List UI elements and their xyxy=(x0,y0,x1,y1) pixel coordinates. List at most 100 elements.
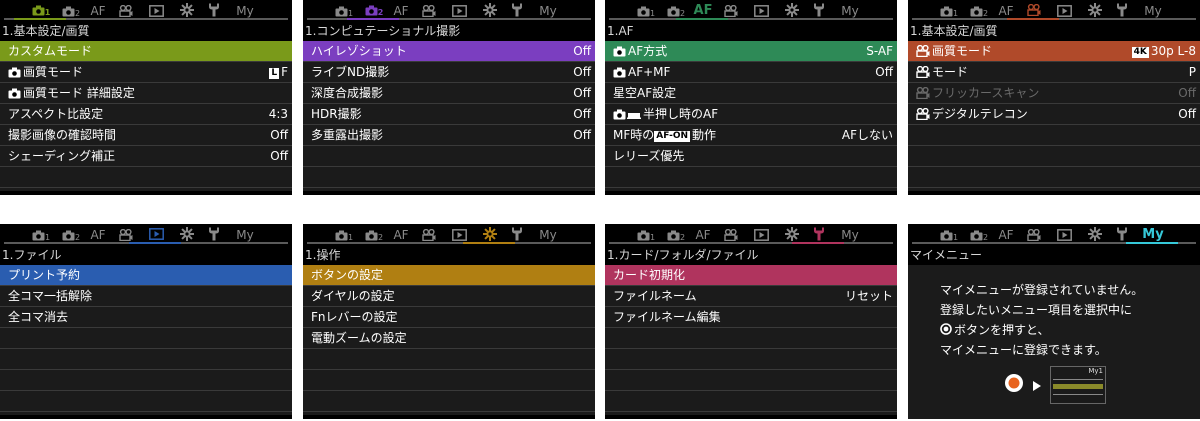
menu-item[interactable]: HDR撮影 Off xyxy=(303,104,595,125)
tab-camera2[interactable]: 2 xyxy=(363,3,385,19)
tab-my[interactable]: My xyxy=(839,3,861,19)
menu-item[interactable]: ダイヤルの設定 xyxy=(303,286,595,307)
tab-camera1[interactable]: 1 xyxy=(938,227,960,243)
tab-playback[interactable] xyxy=(1053,3,1075,19)
tab-camera2[interactable]: 2 xyxy=(968,3,990,19)
menu-item[interactable]: アスペクト比設定 4:3 xyxy=(0,104,292,125)
tab-gear[interactable] xyxy=(781,3,803,19)
tab-gear[interactable] xyxy=(1084,3,1106,19)
tab-af[interactable]: AF xyxy=(692,227,714,243)
tab-camera2[interactable]: 2 xyxy=(363,227,385,243)
menu-item[interactable]: 撮影画像の確認時間 Off xyxy=(0,125,292,146)
menu-item[interactable]: プリント予約 xyxy=(0,265,292,286)
tab-my[interactable]: My xyxy=(234,227,256,243)
tab-camera2[interactable]: 2 xyxy=(665,227,687,243)
menu-item[interactable]: ファイルネーム リセット xyxy=(605,286,897,307)
tab-video[interactable] xyxy=(720,3,742,19)
tab-camera1[interactable]: 1 xyxy=(635,227,657,243)
menu-item[interactable]: モード P xyxy=(908,62,1200,83)
menu-item[interactable]: 多重露出撮影 Off xyxy=(303,125,595,146)
tab-playback[interactable] xyxy=(145,227,167,243)
tab-playback[interactable] xyxy=(1053,227,1075,243)
tab-my[interactable]: My xyxy=(537,3,559,19)
tab-wrench[interactable] xyxy=(808,3,830,19)
tab-camera1[interactable]: 1 xyxy=(938,3,960,19)
tab-video[interactable] xyxy=(115,227,137,243)
tab-camera1[interactable]: 1 xyxy=(30,227,52,243)
tab-video[interactable] xyxy=(418,3,440,19)
tab-playback[interactable] xyxy=(750,3,772,19)
tab-playback[interactable] xyxy=(448,3,470,19)
menu-panel-custom: 1 2 AF My 1.操作 ボタンの設定 ダイヤルの設定 Fnレバーの設定 電動ズームの設定 xyxy=(303,224,595,419)
menu-item[interactable]: フリッカースキャン Off xyxy=(908,83,1200,104)
menu-item[interactable]: ハイレゾショット Off xyxy=(303,41,595,62)
menu-item[interactable]: 画質モード L F xyxy=(0,62,292,83)
tab-playback[interactable] xyxy=(145,3,167,19)
tab-camera2[interactable]: 2 xyxy=(60,3,82,19)
tab-video[interactable] xyxy=(418,227,440,243)
tab-gear[interactable] xyxy=(176,227,198,243)
tab-camera2[interactable]: 2 xyxy=(665,3,687,19)
tab-af[interactable]: AF xyxy=(87,3,109,19)
menu-item[interactable]: ボタンの設定 xyxy=(303,265,595,286)
menu-item[interactable]: 電動ズームの設定 xyxy=(303,328,595,349)
tab-af[interactable]: AF xyxy=(390,227,412,243)
menu-item[interactable]: Fnレバーの設定 xyxy=(303,307,595,328)
tab-video[interactable] xyxy=(1023,227,1045,243)
tab-af[interactable]: AF xyxy=(390,3,412,19)
tab-wrench[interactable] xyxy=(506,3,528,19)
arrow-right-icon xyxy=(1033,376,1041,395)
tab-playback[interactable] xyxy=(448,227,470,243)
menu-item[interactable]: デジタルテレコン Off xyxy=(908,104,1200,125)
tab-wrench[interactable] xyxy=(203,227,225,243)
tab-video[interactable] xyxy=(1023,3,1045,19)
tab-gear[interactable] xyxy=(176,3,198,19)
menu-item[interactable]: 星空AF設定 xyxy=(605,83,897,104)
menu-item[interactable]: ライブND撮影 Off xyxy=(303,62,595,83)
menu-item[interactable]: MF時の AF-ON 動作 AFしない xyxy=(605,125,897,146)
menu-item[interactable]: カード初期化 xyxy=(605,265,897,286)
menu-item[interactable]: レリーズ優先 xyxy=(605,146,897,167)
tab-my[interactable]: My xyxy=(1142,227,1164,243)
camera2-icon xyxy=(667,4,680,18)
tab-gear[interactable] xyxy=(479,227,501,243)
tab-af[interactable]: AF xyxy=(87,227,109,243)
tab-gear[interactable] xyxy=(479,3,501,19)
tab-wrench[interactable] xyxy=(1111,3,1133,19)
menu-item[interactable]: シェーディング補正 Off xyxy=(0,146,292,167)
tab-af[interactable]: AF xyxy=(995,227,1017,243)
menu-item[interactable]: カスタムモード xyxy=(0,41,292,62)
tab-gear[interactable] xyxy=(781,227,803,243)
tab-af[interactable]: AF xyxy=(995,3,1017,19)
tab-my[interactable]: My xyxy=(537,227,559,243)
tab-video[interactable] xyxy=(720,227,742,243)
tab-camera2[interactable]: 2 xyxy=(968,227,990,243)
menu-item[interactable]: AF方式 S-AF xyxy=(605,41,897,62)
tab-wrench[interactable] xyxy=(808,227,830,243)
menu-item[interactable]: 半押し時のAF xyxy=(605,104,897,125)
menu-item[interactable]: 画質モード 4K 30p L-8 xyxy=(908,41,1200,62)
menu-item-empty xyxy=(0,391,292,412)
menu-item-label: 画質モード xyxy=(916,41,992,61)
tab-my[interactable]: My xyxy=(234,3,256,19)
tab-gear[interactable] xyxy=(1084,227,1106,243)
menu-item[interactable]: AF+MF Off xyxy=(605,62,897,83)
tab-camera1[interactable]: 1 xyxy=(30,3,52,19)
tab-video[interactable] xyxy=(115,3,137,19)
tab-wrench[interactable] xyxy=(506,227,528,243)
tab-camera1[interactable]: 1 xyxy=(333,3,355,19)
tab-my[interactable]: My xyxy=(1142,3,1164,19)
tab-camera1[interactable]: 1 xyxy=(635,3,657,19)
menu-item[interactable]: 画質モード 詳細設定 xyxy=(0,83,292,104)
tab-camera2[interactable]: 2 xyxy=(60,227,82,243)
tab-my[interactable]: My xyxy=(839,227,861,243)
tab-af[interactable]: AF xyxy=(692,3,714,19)
menu-item[interactable]: ファイルネーム編集 xyxy=(605,307,897,328)
tab-playback[interactable] xyxy=(750,227,772,243)
menu-item[interactable]: 全コマ消去 xyxy=(0,307,292,328)
menu-item[interactable]: 深度合成撮影 Off xyxy=(303,83,595,104)
menu-item[interactable]: 全コマ一括解除 xyxy=(0,286,292,307)
tab-wrench[interactable] xyxy=(203,3,225,19)
tab-camera1[interactable]: 1 xyxy=(333,227,355,243)
tab-wrench[interactable] xyxy=(1111,227,1133,243)
